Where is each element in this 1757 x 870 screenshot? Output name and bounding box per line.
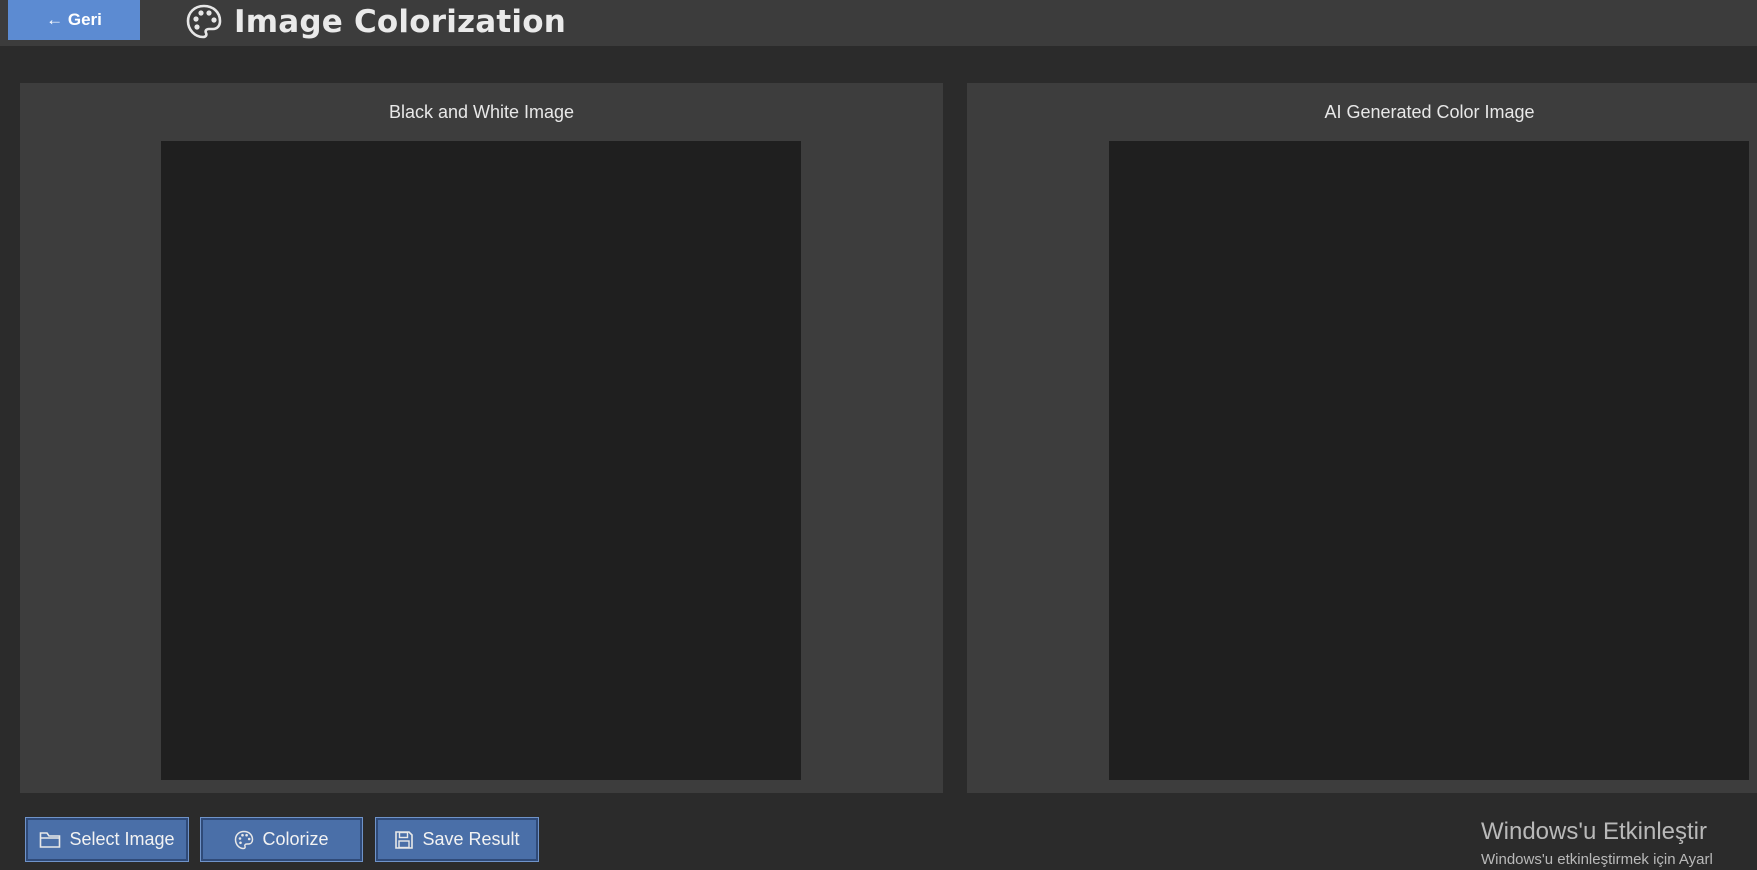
original-image-label: Black and White Image xyxy=(388,102,575,122)
folder-icon xyxy=(40,831,61,848)
original-image-area xyxy=(161,141,801,780)
windows-activation-watermark: Windows'u Etkinleştir Windows'u etkinleş… xyxy=(1481,818,1713,870)
colorize-button[interactable]: Colorize xyxy=(200,817,363,862)
colorized-image-label: AI Generated Color Image xyxy=(1324,102,1535,122)
save-result-label: Save Result xyxy=(422,829,520,849)
palette-icon xyxy=(235,830,254,849)
select-image-button[interactable]: Select Image xyxy=(25,817,189,862)
activation-subtitle: Windows'u etkinleştirmek için Ayarl xyxy=(1481,851,1713,868)
original-image-panel: Black and White Image xyxy=(20,83,943,793)
page-title: Image Colorization xyxy=(234,4,567,40)
back-button[interactable]: ← Geri xyxy=(8,0,140,40)
palette-icon xyxy=(184,2,224,42)
colorize-label: Colorize xyxy=(262,829,329,849)
save-result-button[interactable]: Save Result xyxy=(375,817,539,862)
colorized-image-area xyxy=(1109,141,1749,780)
activation-title: Windows'u Etkinleştir xyxy=(1481,818,1707,845)
floppy-disk-icon xyxy=(395,830,414,849)
header-bar: ← Geri Image Colorization xyxy=(0,0,1757,46)
page-title-group: Image Colorization xyxy=(184,2,566,42)
colorized-image-panel: AI Generated Color Image xyxy=(967,83,1757,793)
select-image-label: Select Image xyxy=(69,829,175,849)
